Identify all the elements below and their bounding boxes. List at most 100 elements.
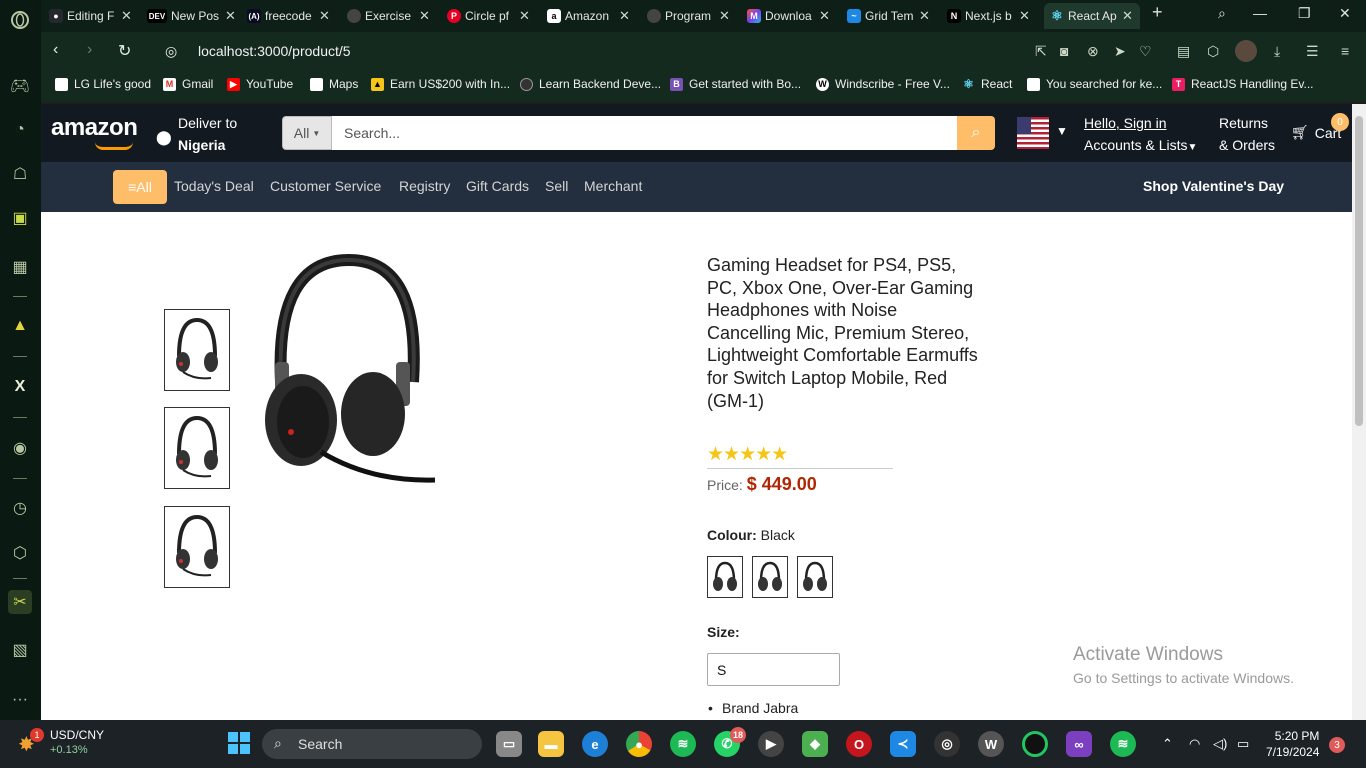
download-icon[interactable]: ⤓ [1274, 43, 1280, 60]
x-twitter-icon[interactable]: X [8, 375, 32, 399]
twitch-icon[interactable]: ▣ [8, 206, 32, 230]
close-icon[interactable]: ✕ [919, 8, 930, 24]
new-tab-button[interactable]: + [1152, 2, 1163, 23]
close-icon[interactable]: ✕ [1122, 8, 1133, 24]
promo-link[interactable]: Shop Valentine's Day [1143, 178, 1284, 194]
bookmark-lg[interactable]: LG Life's good [55, 77, 151, 91]
product-main-image[interactable] [241, 252, 441, 487]
tab-editing[interactable]: ● Editing F ✕ [43, 3, 139, 29]
battery-icon[interactable]: ▭ [1237, 736, 1249, 752]
bookmark-earn[interactable]: ▲ Earn US$200 with In... [371, 77, 510, 91]
colour-swatch[interactable] [797, 556, 833, 598]
tab-download[interactable]: M Downloa ✕ [741, 3, 841, 29]
nav-gift-cards[interactable]: Gift Cards [466, 178, 529, 194]
taskbar-search[interactable]: ⌕ Search [262, 729, 482, 759]
close-icon[interactable]: ✕ [1019, 8, 1030, 24]
file-explorer-icon[interactable]: ▬ [538, 731, 564, 757]
close-icon[interactable]: ✕ [819, 8, 830, 24]
tab-pinterest[interactable]: P Circle pf ✕ [441, 3, 541, 29]
cube-icon[interactable]: ⬡ [8, 541, 32, 565]
colour-swatch[interactable] [752, 556, 788, 598]
send-icon[interactable]: ➤ [1114, 43, 1126, 60]
player-icon[interactable]: ◉ [8, 436, 32, 460]
product-thumbnail[interactable] [164, 309, 230, 391]
all-menu-button[interactable]: ≡ All [113, 170, 167, 204]
bookmark-bootstrap[interactable]: B Get started with Bo... [670, 77, 801, 91]
menu-icon[interactable]: ≡ [1341, 43, 1349, 59]
notification-badge[interactable]: 3 [1329, 737, 1345, 753]
size-select[interactable]: S [707, 653, 840, 686]
spotify-icon[interactable]: ≋ [1110, 731, 1136, 757]
tab-freecodecamp[interactable]: (A) freecode ✕ [241, 3, 341, 29]
chip-icon[interactable]: ▦ [8, 255, 32, 279]
tools-icon[interactable]: ✂ [8, 590, 32, 614]
profile-avatar[interactable] [1235, 40, 1257, 62]
amazon-logo[interactable]: amazon [51, 114, 138, 142]
camera-icon[interactable]: ◙ [1060, 43, 1068, 59]
bookmark-windscribe[interactable]: W Windscribe - Free V... [816, 77, 950, 91]
returns-orders[interactable]: Returns & Orders [1219, 112, 1275, 156]
ring-app-icon[interactable] [1022, 731, 1048, 757]
opera-logo-icon[interactable] [8, 8, 32, 32]
tab-nextjs[interactable]: N Next.js b ✕ [941, 3, 1041, 29]
tab-exercise[interactable]: Exercise ✕ [341, 3, 441, 29]
reload-button[interactable]: ↻ [118, 41, 131, 61]
nav-registry[interactable]: Registry [399, 178, 450, 194]
app-icon[interactable]: ◆ [802, 731, 828, 757]
tab-react-app[interactable]: ⚛ React Ap ✕ [1044, 3, 1140, 29]
easy-setup-icon[interactable]: ☰ [1306, 43, 1319, 60]
close-window-button[interactable]: ✕ [1339, 5, 1351, 22]
heart-icon[interactable]: ♡ [1139, 43, 1152, 60]
bookmark-searched[interactable]: You searched for ke... [1027, 77, 1162, 91]
gallery-icon[interactable]: ▧ [8, 638, 32, 662]
tab-dev[interactable]: DEV New Pos ✕ [141, 3, 241, 29]
search-button[interactable]: ⌕ [957, 116, 995, 150]
nav-customer-service[interactable]: Customer Service [270, 178, 381, 194]
bookmark-gmail[interactable]: M Gmail [163, 77, 213, 91]
close-icon[interactable]: ✕ [225, 8, 236, 24]
close-icon[interactable]: ✕ [419, 8, 430, 24]
more-icon[interactable]: ··· [8, 688, 32, 712]
gamepad-icon[interactable]: 🎮︎ [8, 74, 32, 98]
chrome-icon[interactable]: ● [626, 731, 652, 757]
messenger-icon[interactable]: ▲ [8, 314, 32, 338]
close-icon[interactable]: ✕ [719, 8, 730, 24]
page-scrollbar[interactable] [1352, 104, 1366, 720]
bookmark-youtube[interactable]: ▶ YouTube [227, 77, 293, 91]
wifi-icon[interactable]: ◠ [1189, 736, 1200, 752]
adblock-icon[interactable]: ⊗ [1087, 43, 1099, 60]
tab-grid[interactable]: ~ Grid Tem ✕ [841, 3, 941, 29]
bookmark-learn[interactable]: Learn Backend Deve... [520, 77, 661, 91]
scroll-thumb[interactable] [1355, 116, 1363, 426]
signin-link[interactable]: Hello, Sign in [1084, 112, 1197, 134]
account-menu[interactable]: Hello, Sign in Accounts & Lists▼ [1084, 112, 1197, 159]
close-icon[interactable]: ✕ [319, 8, 330, 24]
nav-todays-deal[interactable]: Today's Deal [174, 178, 254, 194]
deliver-to[interactable]: ⬤ Deliver to Nigeria [156, 112, 237, 156]
media-player-icon[interactable]: ▶ [758, 731, 784, 757]
nav-merchant[interactable]: Merchant [584, 178, 642, 194]
wallet-icon[interactable]: ▤ [1177, 43, 1190, 60]
bookmark-react[interactable]: ⚛ React [962, 77, 1012, 91]
extensions-icon[interactable]: ⬡ [1207, 43, 1219, 60]
opera-icon[interactable]: O [846, 731, 872, 757]
restore-button[interactable]: ❐ [1298, 5, 1311, 22]
bag-icon[interactable]: ☖ [8, 162, 32, 186]
close-icon[interactable]: ✕ [619, 8, 630, 24]
wordpress-icon[interactable]: W [978, 731, 1004, 757]
vscode-icon[interactable]: ≺ [890, 731, 916, 757]
volume-icon[interactable]: ◁) [1213, 736, 1227, 752]
product-thumbnail[interactable] [164, 506, 230, 588]
product-thumbnail[interactable] [164, 407, 230, 489]
site-info-icon[interactable]: ◎ [165, 43, 177, 60]
url-field[interactable]: localhost:3000/product/5 [198, 43, 351, 59]
clock[interactable]: 5:20 PM 7/19/2024 [1266, 728, 1319, 760]
visual-studio-icon[interactable]: ∞ [1066, 731, 1092, 757]
colour-swatch[interactable] [707, 556, 743, 598]
close-icon[interactable]: ✕ [519, 8, 530, 24]
minimize-button[interactable]: — [1253, 5, 1267, 21]
tab-amazon[interactable]: a Amazon ✕ [541, 3, 641, 29]
nav-sell[interactable]: Sell [545, 178, 568, 194]
tab-program[interactable]: Program ✕ [641, 3, 741, 29]
us-flag-icon[interactable] [1017, 117, 1049, 149]
